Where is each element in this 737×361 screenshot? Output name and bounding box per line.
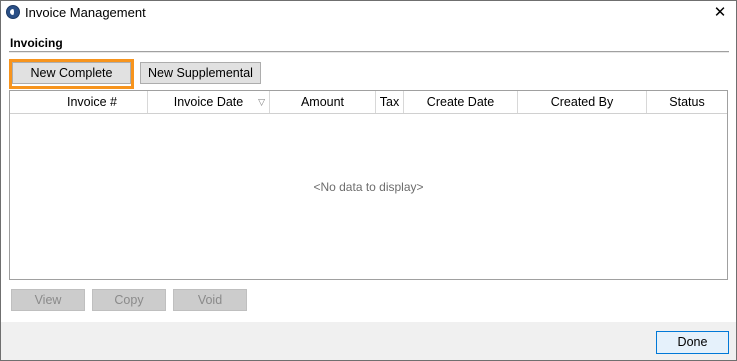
new-supplemental-button[interactable]: New Supplemental [140, 62, 261, 84]
dialog-body: Invoicing New Complete New Supplemental … [1, 24, 736, 360]
section-title: Invoicing [10, 36, 63, 50]
void-button[interactable]: Void [173, 289, 247, 311]
invoice-management-window: Invoice Management ✕ Invoicing New Compl… [0, 0, 737, 361]
column-invoice-date[interactable]: Invoice Date ▽ [148, 91, 270, 113]
app-logo-icon [6, 5, 20, 19]
close-button[interactable]: ✕ [706, 2, 734, 23]
empty-grid-message: <No data to display> [313, 180, 424, 194]
column-status[interactable]: Status [647, 91, 727, 113]
done-button[interactable]: Done [656, 331, 729, 354]
window-title: Invoice Management [25, 5, 146, 20]
invoice-grid[interactable]: Invoice # Invoice Date ▽ Amount Tax Crea… [9, 90, 728, 280]
view-button[interactable]: View [11, 289, 85, 311]
sort-descending-icon: ▽ [258, 97, 265, 107]
column-invoice-date-label: Invoice Date [173, 95, 244, 109]
section-divider [9, 51, 729, 53]
column-amount[interactable]: Amount [270, 91, 376, 113]
new-complete-button[interactable]: New Complete [12, 62, 131, 84]
column-invoice-number[interactable]: Invoice # [10, 91, 148, 113]
title-bar: Invoice Management ✕ [1, 1, 736, 24]
column-tax[interactable]: Tax [376, 91, 404, 113]
column-created-by[interactable]: Created By [518, 91, 647, 113]
column-create-date[interactable]: Create Date [404, 91, 518, 113]
grid-header: Invoice # Invoice Date ▽ Amount Tax Crea… [10, 91, 727, 114]
copy-button[interactable]: Copy [92, 289, 166, 311]
dialog-footer: Done [1, 322, 736, 360]
